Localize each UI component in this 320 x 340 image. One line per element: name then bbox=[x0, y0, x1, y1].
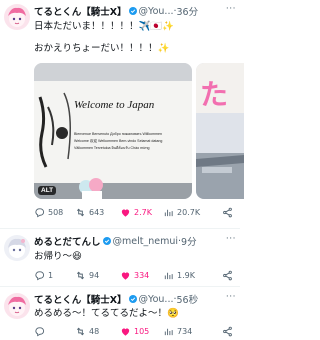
reply-count: 508 bbox=[48, 207, 64, 217]
tweet[interactable]: てるとくん【騎士X】 @You... · 36分 ··· 日本ただいま！！！！！… bbox=[0, 0, 244, 228]
tweet-header: めるとだてんし @melt_nemui · 9分 bbox=[34, 234, 236, 249]
display-name[interactable]: てるとくん【騎士X】 bbox=[34, 4, 127, 18]
like-button[interactable]: 334 bbox=[120, 270, 149, 281]
user-handle[interactable]: @melt_nemui bbox=[113, 236, 179, 247]
avatar[interactable] bbox=[4, 293, 30, 319]
retweet-count: 48 bbox=[89, 326, 100, 336]
tweet-image[interactable]: た bbox=[196, 63, 244, 199]
reply-icon bbox=[35, 207, 45, 217]
heart-icon bbox=[121, 327, 130, 336]
reply-icon bbox=[35, 270, 45, 280]
avatar[interactable] bbox=[4, 235, 30, 261]
views-count: 20.7K bbox=[177, 207, 201, 217]
sign-greetings: Bienvenue Benvenuto Добро пожаловать Wil… bbox=[74, 131, 190, 152]
reply-button[interactable]: 508 bbox=[34, 207, 63, 218]
share-button[interactable] bbox=[222, 207, 233, 218]
more-icon[interactable]: ··· bbox=[226, 234, 236, 244]
share-icon bbox=[223, 270, 232, 280]
greeting-line: Bienvenue Benvenuto Добро пожаловать Wil… bbox=[74, 132, 163, 136]
views-count: 1.9K bbox=[177, 270, 195, 280]
more-icon[interactable]: ··· bbox=[226, 292, 236, 302]
share-icon bbox=[223, 207, 232, 217]
sign-title: Welcome to Japan bbox=[74, 99, 154, 111]
tweet-text-line: 日本ただいま！！！！！✈️🇯🇵✨ bbox=[34, 21, 174, 32]
greeting-line: Välkommen Tervetuloa ยินดีต้อนรับ Chào m… bbox=[74, 146, 150, 150]
tweet-header: てるとくん【騎士X】 @You... · 36分 bbox=[34, 4, 236, 19]
like-button[interactable]: 105 bbox=[120, 326, 149, 337]
verified-badge-icon bbox=[128, 7, 137, 15]
display-name[interactable]: めるとだてんし bbox=[34, 234, 101, 248]
reply-count: 1 bbox=[48, 270, 54, 280]
heart-icon bbox=[121, 271, 130, 280]
retweet-icon bbox=[76, 208, 85, 216]
tweet-header: てるとくん【騎士X】 @You... · 56秒 bbox=[34, 292, 236, 307]
timestamp[interactable]: 36分 bbox=[177, 4, 199, 18]
tweet-actions: 508 643 2.7K 20.7K bbox=[34, 205, 240, 219]
retweet-icon bbox=[76, 327, 85, 335]
reply-icon bbox=[35, 326, 45, 336]
alt-text-badge[interactable]: ALT bbox=[38, 186, 57, 195]
share-button[interactable] bbox=[222, 270, 233, 281]
more-icon[interactable]: ··· bbox=[226, 4, 236, 14]
user-handle[interactable]: @You... bbox=[139, 294, 174, 305]
tweet[interactable]: てるとくん【騎士X】 @You... · 56秒 ··· めるめる～！てるてるだ… bbox=[0, 286, 240, 340]
tweet-actions: 1 94 334 1.9K bbox=[34, 268, 240, 282]
user-handle[interactable]: @You... bbox=[139, 6, 174, 17]
retweet-icon bbox=[76, 271, 85, 279]
like-button[interactable]: 2.7K bbox=[120, 207, 152, 218]
like-count: 334 bbox=[134, 270, 150, 280]
greeting-line: Welcome 欢迎 Welkommen Bem-vindo Selamat d… bbox=[74, 139, 163, 143]
side-image-text: た bbox=[200, 78, 229, 111]
reply-button[interactable] bbox=[34, 326, 48, 337]
verified-badge-icon bbox=[102, 237, 111, 245]
retweet-count: 643 bbox=[89, 207, 105, 217]
like-count: 105 bbox=[134, 326, 150, 336]
retweet-button[interactable]: 48 bbox=[75, 326, 99, 337]
tweet-text-line: お帰り～😆 bbox=[34, 251, 82, 262]
views-icon bbox=[164, 272, 173, 279]
views-icon bbox=[164, 328, 173, 335]
retweet-count: 94 bbox=[89, 270, 100, 280]
heart-icon bbox=[121, 208, 130, 217]
share-icon bbox=[223, 326, 232, 336]
share-button[interactable] bbox=[222, 326, 233, 337]
avatar[interactable] bbox=[4, 4, 30, 30]
tweet-text-line: おかえりちょーだい！！！！✨ bbox=[34, 43, 170, 54]
timestamp[interactable]: 56秒 bbox=[177, 292, 199, 306]
sign-title-text: Welcome to Japan bbox=[74, 99, 155, 111]
tweet[interactable]: めるとだてんし @melt_nemui · 9分 ··· お帰り～😆 1 94 … bbox=[0, 228, 240, 286]
verified-badge-icon bbox=[128, 295, 137, 303]
views-icon bbox=[164, 209, 173, 216]
timestamp[interactable]: 9分 bbox=[181, 234, 197, 248]
reply-button[interactable]: 1 bbox=[34, 270, 53, 281]
retweet-button[interactable]: 643 bbox=[75, 207, 104, 218]
tweet-text-line: めるめる～！てるてるだよ～！🥺 bbox=[34, 308, 179, 319]
like-count: 2.7K bbox=[134, 207, 152, 217]
display-name[interactable]: てるとくん【騎士X】 bbox=[34, 292, 127, 306]
views-button[interactable]: 1.9K bbox=[163, 270, 195, 281]
media-gallery[interactable]: Welcome to Japan Bienvenue Benvenuto Доб… bbox=[34, 63, 244, 199]
views-button[interactable]: 20.7K bbox=[163, 207, 200, 218]
tweet-image[interactable]: Welcome to Japan Bienvenue Benvenuto Доб… bbox=[34, 63, 192, 199]
retweet-button[interactable]: 94 bbox=[75, 270, 99, 281]
views-button[interactable]: 734 bbox=[163, 326, 192, 337]
views-count: 734 bbox=[177, 326, 193, 336]
tweet-actions: 48 105 734 bbox=[34, 324, 240, 338]
